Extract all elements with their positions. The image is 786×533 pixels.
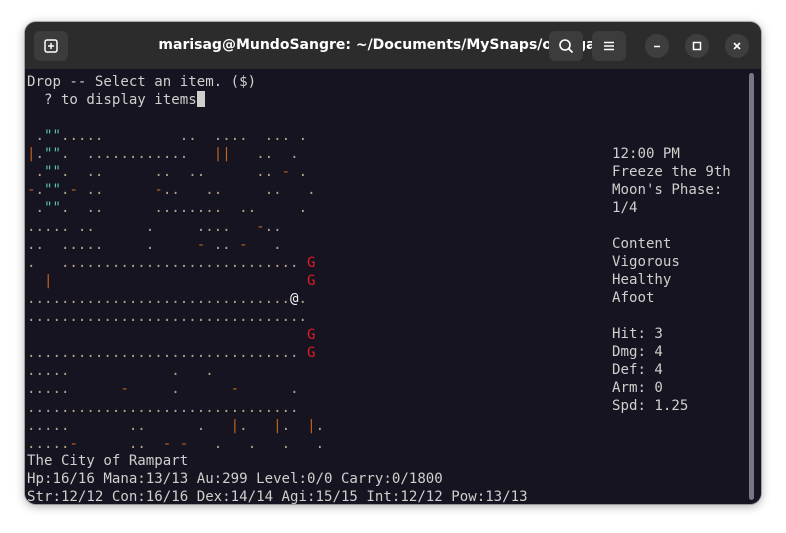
location-name: The City of Rampart bbox=[27, 453, 189, 469]
map-row: ..... - . - . bbox=[27, 381, 299, 398]
moon-phase-label: Moon's Phase: bbox=[612, 182, 723, 198]
hamburger-menu-icon bbox=[604, 41, 614, 51]
menu-button[interactable] bbox=[592, 31, 626, 61]
search-icon bbox=[559, 39, 573, 53]
map-row: ...............................@. bbox=[27, 290, 308, 307]
map-row: ."". .. .. .. .. - . bbox=[27, 164, 308, 181]
prompt-line-2-text: ? to display items bbox=[27, 92, 197, 108]
map-row: -."".- .. -.. .. .. . bbox=[27, 182, 316, 199]
maximize-icon bbox=[692, 41, 702, 51]
character-stats-line-2: Str:12/12 Con:16/16 Dex:14/14 Agi:15/15 … bbox=[27, 489, 528, 504]
date-display: Freeze the 9th bbox=[612, 164, 731, 180]
map-row: ..... .. . .... -.. bbox=[27, 218, 282, 235]
prompt-line-1: Drop -- Select an item. ($) bbox=[27, 74, 257, 90]
map-row: ..... .. . |. |. |. bbox=[27, 417, 325, 434]
close-button[interactable] bbox=[725, 34, 749, 58]
map-row: .....- .. - - . . . . bbox=[27, 435, 325, 452]
terminal-window: marisag@MundoSangre: ~/Documents/MySnaps… bbox=[25, 22, 761, 504]
vigor-status: Vigorous bbox=[612, 254, 680, 270]
map-row: |."". ............ || .. . bbox=[27, 146, 299, 163]
minimize-button[interactable] bbox=[645, 34, 669, 58]
time-display: 12:00 PM bbox=[612, 146, 680, 162]
new-tab-icon bbox=[44, 39, 58, 53]
map-row: ."". .. ........ .. . bbox=[27, 200, 308, 217]
minimize-icon bbox=[654, 45, 660, 48]
scrollbar[interactable] bbox=[749, 73, 754, 500]
health-status: Healthy bbox=[612, 272, 672, 288]
mood-status: Content bbox=[612, 236, 672, 252]
map-row: G bbox=[307, 327, 316, 344]
damage-stat: Dmg: 4 bbox=[612, 344, 663, 360]
map-row: .. ..... . - .. - . bbox=[27, 236, 282, 253]
moon-phase-value: 1/4 bbox=[612, 200, 638, 216]
prompt-line-2: ? to display items bbox=[27, 91, 205, 109]
new-tab-button[interactable] bbox=[34, 31, 68, 61]
map-row: ................................ G bbox=[27, 345, 316, 362]
text-cursor bbox=[196, 91, 205, 107]
movement-status: Afoot bbox=[612, 290, 655, 306]
close-icon bbox=[733, 42, 741, 50]
map-row: . ............................ G bbox=[27, 254, 316, 271]
map-row: .""..... .. .... ... . bbox=[27, 128, 308, 144]
map-row: ..... . . bbox=[27, 363, 214, 380]
search-button[interactable] bbox=[549, 31, 583, 61]
armor-stat: Arm: 0 bbox=[612, 380, 663, 396]
terminal-content[interactable]: Drop -- Select an item. ($) ? to display… bbox=[25, 69, 761, 504]
title-bar: marisag@MundoSangre: ~/Documents/MySnaps… bbox=[25, 22, 761, 69]
map-row: ................................ bbox=[27, 399, 299, 416]
hit-stat: Hit: 3 bbox=[612, 326, 663, 342]
defense-stat: Def: 4 bbox=[612, 362, 663, 378]
character-stats-line-1: Hp:16/16 Mana:13/13 Au:299 Level:0/0 Car… bbox=[27, 471, 443, 487]
map-row: | G bbox=[43, 272, 316, 289]
map-row: ................................. bbox=[27, 309, 308, 325]
maximize-button[interactable] bbox=[685, 34, 709, 58]
speed-stat: Spd: 1.25 bbox=[612, 398, 689, 414]
